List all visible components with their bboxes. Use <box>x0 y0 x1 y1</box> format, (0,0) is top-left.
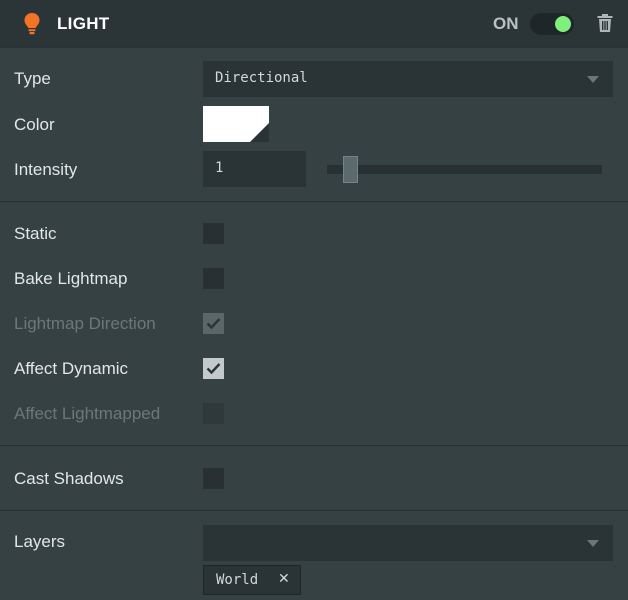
cast-shadows-checkbox[interactable] <box>203 468 224 489</box>
section-divider <box>0 510 628 511</box>
type-select-value: Directional <box>215 70 308 86</box>
layer-tag: World ✕ <box>203 565 301 595</box>
toggle-knob <box>555 16 571 32</box>
color-swatch[interactable] <box>203 106 269 142</box>
lightmap-direction-checkbox[interactable] <box>203 313 224 334</box>
lightmap-direction-row: Lightmap Direction <box>0 302 628 346</box>
remove-tag-icon[interactable]: ✕ <box>278 571 290 587</box>
checkmark-icon <box>206 363 221 375</box>
intensity-input[interactable]: 1 <box>203 151 306 187</box>
affect-lightmapped-checkbox[interactable] <box>203 403 224 424</box>
panel-title: LIGHT <box>57 14 110 33</box>
type-select[interactable]: Directional <box>203 61 613 97</box>
layers-label: Layers <box>14 532 66 551</box>
bake-lightmap-row: Bake Lightmap <box>0 257 628 301</box>
cast-shadows-row: Cast Shadows <box>0 457 628 501</box>
color-label: Color <box>14 115 55 134</box>
lightmap-direction-label: Lightmap Direction <box>14 314 156 333</box>
cast-shadows-label: Cast Shadows <box>14 469 124 488</box>
checkmark-icon <box>206 318 221 330</box>
section-divider <box>0 201 628 202</box>
bake-lightmap-label: Bake Lightmap <box>14 269 128 288</box>
affect-lightmapped-row: Affect Lightmapped <box>0 392 628 436</box>
chevron-down-icon <box>587 76 599 83</box>
color-row: Color <box>0 103 628 147</box>
panel-header: LIGHT ON <box>0 0 628 48</box>
intensity-value: 1 <box>215 160 224 176</box>
affect-dynamic-row: Affect Dynamic <box>0 347 628 391</box>
enable-toggle[interactable] <box>530 13 574 35</box>
intensity-slider-handle[interactable] <box>343 156 358 183</box>
static-checkbox[interactable] <box>203 223 224 244</box>
trash-icon[interactable] <box>597 14 613 32</box>
bake-lightmap-checkbox[interactable] <box>203 268 224 289</box>
section-divider <box>0 445 628 446</box>
static-row: Static <box>0 212 628 256</box>
affect-lightmapped-label: Affect Lightmapped <box>14 404 161 423</box>
layers-select[interactable] <box>203 525 613 561</box>
lightbulb-icon <box>24 13 40 35</box>
layer-tag-label: World <box>216 572 259 588</box>
type-label: Type <box>14 69 51 88</box>
chevron-down-icon <box>587 540 599 547</box>
intensity-slider-track[interactable] <box>327 165 602 174</box>
affect-dynamic-checkbox[interactable] <box>203 358 224 379</box>
toggle-label: ON <box>493 14 519 33</box>
affect-dynamic-label: Affect Dynamic <box>14 359 129 378</box>
intensity-label: Intensity <box>14 160 78 179</box>
static-label: Static <box>14 224 57 243</box>
